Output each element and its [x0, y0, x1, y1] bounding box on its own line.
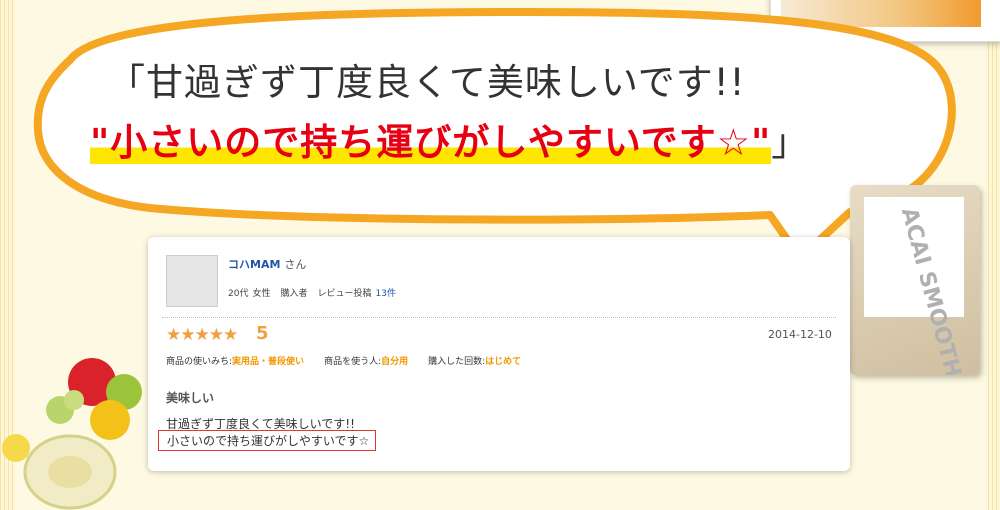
- rating-score: 5: [256, 323, 269, 344]
- headline-highlight: 小さいので持ち運びがしやすいです☆: [110, 121, 751, 164]
- review-card: コハMAM さん 20代 女性 購入者 レビュー投稿 13件 ★★★★★ 5 2014-1…: [148, 237, 850, 471]
- review-date: 2014-12-10: [768, 328, 832, 341]
- reviewer-name-link[interactable]: コハMAM: [228, 258, 280, 271]
- avatar: [166, 255, 218, 307]
- headline-line1: 「甘過ぎず丁度良くて美味しいです!!: [108, 61, 746, 104]
- fruit-illustration: [2, 358, 142, 510]
- review-attributes: 商品の使いみち:実用品・普段使い 商品を使う人:自分用 購入した回数:はじめて: [166, 357, 522, 367]
- reviewer-name: コハMAM さん: [228, 258, 307, 271]
- review-body-line2-highlighted: 小さいので持ち運びがしやすいです☆: [158, 430, 377, 451]
- headline-line2: "小さいので持ち運びがしやすいです☆"」: [90, 121, 810, 164]
- review-title: 美味しい: [166, 391, 215, 405]
- divider: [162, 317, 836, 318]
- reviewer-meta: 20代 女性 購入者 レビュー投稿 13件: [228, 289, 396, 299]
- review-count-link[interactable]: 13件: [376, 289, 396, 299]
- product-package-image: ACAI SMOOTHIE PLUS+: [850, 185, 980, 375]
- rating-stars: ★★★★★: [166, 325, 238, 345]
